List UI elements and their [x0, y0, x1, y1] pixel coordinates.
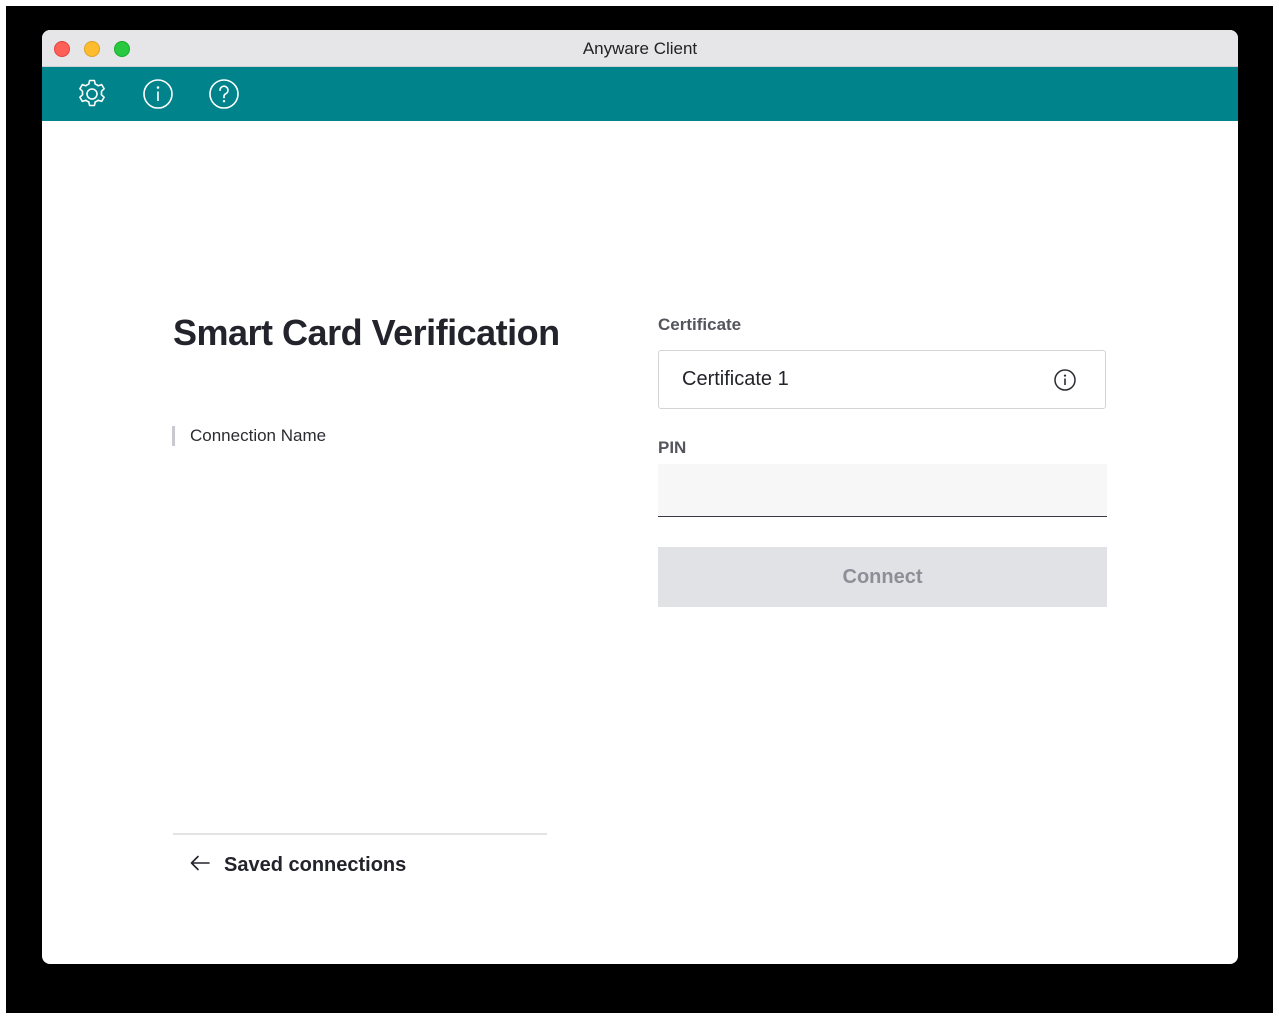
- about-button[interactable]: [141, 77, 175, 111]
- pin-input[interactable]: [658, 464, 1107, 517]
- connection-name: Connection Name: [172, 426, 326, 446]
- toolbar: [42, 67, 1238, 121]
- arrow-left-icon: [188, 851, 224, 880]
- info-icon: [141, 77, 175, 111]
- divider: [173, 833, 547, 835]
- settings-button[interactable]: [75, 77, 109, 111]
- page-title: Smart Card Verification: [173, 312, 560, 353]
- app-window: Anyware Client Smart Card Verification C…: [42, 30, 1238, 964]
- certificate-info-icon[interactable]: [1053, 368, 1077, 392]
- help-button[interactable]: [207, 77, 241, 111]
- connect-button[interactable]: Connect: [658, 547, 1107, 607]
- certificate-label: Certificate: [658, 315, 742, 334]
- help-icon: [207, 77, 241, 111]
- certificate-select[interactable]: Certificate 1: [658, 350, 1106, 409]
- settings-icon: [75, 77, 109, 111]
- window-title: Anyware Client: [582, 39, 698, 58]
- certificate-value: Certificate 1: [682, 368, 789, 390]
- title-bar: Anyware Client: [42, 30, 1238, 67]
- pin-label: PIN: [658, 438, 687, 457]
- saved-connections-label: Saved connections: [224, 853, 407, 876]
- saved-connections-link[interactable]: Saved connections: [188, 850, 406, 880]
